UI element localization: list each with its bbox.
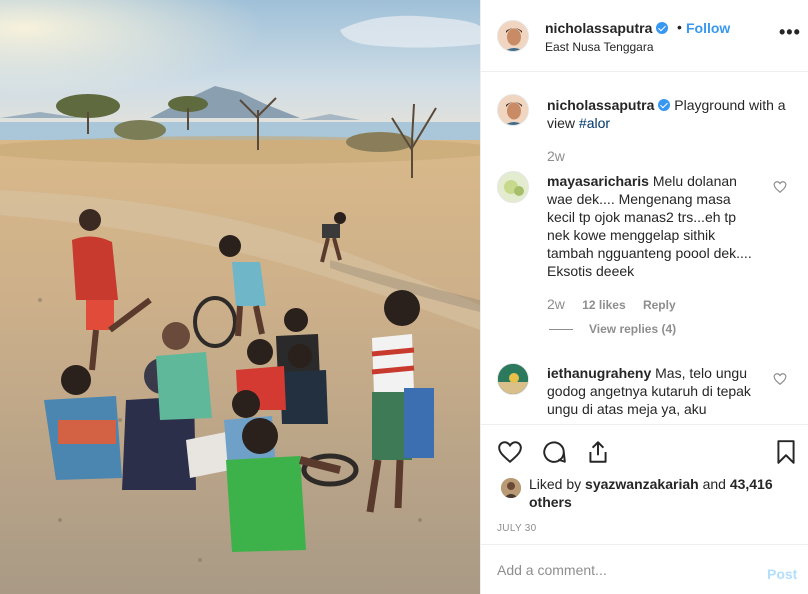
post-comment-button[interactable]: Post bbox=[767, 566, 797, 582]
comment-reply-button[interactable]: Reply bbox=[643, 298, 676, 312]
author-avatar[interactable] bbox=[497, 20, 529, 52]
comment-like-heart-icon[interactable] bbox=[773, 180, 787, 194]
commenter-avatar[interactable] bbox=[497, 363, 529, 395]
verified-badge-icon bbox=[656, 22, 669, 34]
post-location[interactable]: East Nusa Tenggara bbox=[545, 40, 654, 54]
add-comment-bar: Post bbox=[481, 544, 808, 594]
caption-author-avatar[interactable] bbox=[497, 94, 529, 126]
liked-by-user[interactable]: syazwanzakariah bbox=[585, 476, 699, 492]
comment-input[interactable] bbox=[497, 561, 737, 579]
verified-badge-icon bbox=[658, 99, 671, 111]
liked-by-prefix: Liked by bbox=[529, 476, 582, 492]
bookmark-icon[interactable] bbox=[773, 439, 799, 465]
comment-meta: 2w 12 likes Reply bbox=[547, 296, 690, 312]
heart-icon[interactable] bbox=[497, 439, 523, 465]
commenter-avatar[interactable] bbox=[497, 171, 529, 203]
comment-username[interactable]: mayasaricharis bbox=[547, 173, 649, 189]
commenter-avatar-image bbox=[498, 172, 528, 202]
beach-photo-image bbox=[0, 0, 480, 594]
comment-timestamp[interactable]: 2w bbox=[547, 296, 565, 312]
commenter-avatar-image bbox=[498, 364, 528, 394]
post-actions: Liked by syazwanzakariah and 43,416 othe… bbox=[481, 424, 808, 544]
comment-username[interactable]: iethanugraheny bbox=[547, 365, 651, 381]
more-options-icon[interactable]: ••• bbox=[779, 23, 801, 41]
author-username[interactable]: nicholassaputra bbox=[545, 20, 669, 36]
comments-list[interactable]: nicholassaputra Playground with a view #… bbox=[481, 72, 808, 424]
comment-item: mayasaricharis Melu dolanan wae dek.... … bbox=[547, 172, 761, 280]
post-date[interactable]: JULY 30 bbox=[497, 523, 537, 534]
caption-avatar-image bbox=[498, 95, 528, 125]
liked-by-and: and bbox=[702, 476, 726, 492]
caption-hashtag[interactable]: #alor bbox=[579, 115, 610, 131]
caption-timestamp[interactable]: 2w bbox=[547, 148, 565, 164]
view-replies-button[interactable]: View replies (4) bbox=[549, 322, 676, 336]
view-replies-label: View replies (4) bbox=[589, 322, 677, 336]
likes-summary: Liked by syazwanzakariah and 43,416 othe… bbox=[529, 475, 789, 511]
post-caption: nicholassaputra Playground with a view #… bbox=[547, 96, 787, 132]
comment-icon[interactable] bbox=[541, 439, 567, 465]
replies-divider-line bbox=[549, 329, 573, 331]
comment-item: iethanugraheny Mas, telo ungu godog ange… bbox=[547, 364, 761, 418]
liker-avatar-image bbox=[501, 478, 521, 498]
post-side-panel: nicholassaputra • Follow East Nusa Tengg… bbox=[480, 0, 808, 594]
follow-button[interactable]: Follow bbox=[686, 20, 730, 36]
separator-dot: • bbox=[677, 19, 682, 35]
post-header: nicholassaputra • Follow East Nusa Tengg… bbox=[481, 0, 808, 72]
share-icon[interactable] bbox=[585, 439, 611, 465]
author-avatar-image bbox=[498, 21, 528, 51]
caption-username[interactable]: nicholassaputra bbox=[547, 97, 654, 113]
post-photo[interactable] bbox=[0, 0, 480, 594]
comment-like-heart-icon[interactable] bbox=[773, 372, 787, 386]
comment-likes-count[interactable]: 12 likes bbox=[582, 298, 625, 312]
liker-avatar[interactable] bbox=[501, 478, 521, 498]
